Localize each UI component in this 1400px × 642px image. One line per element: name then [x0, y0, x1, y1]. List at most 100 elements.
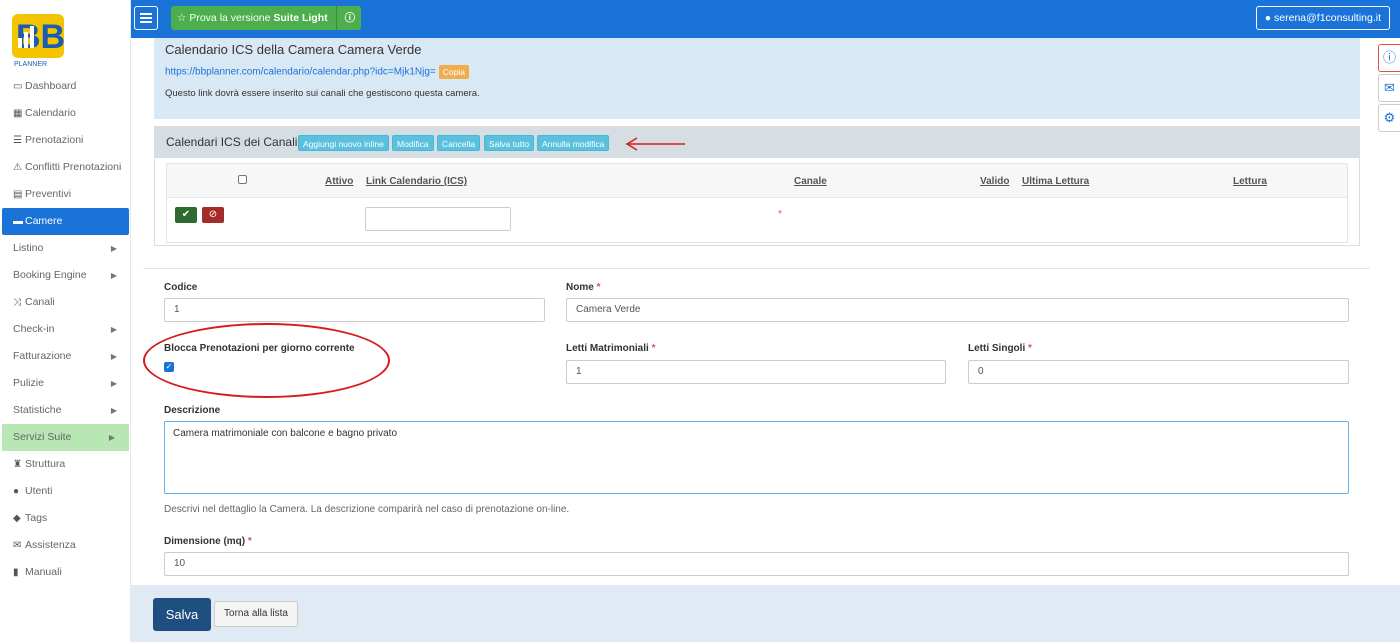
ics-link-row: https://bbplanner.com/calendario/calenda…	[165, 65, 469, 79]
column-attivo[interactable]: Attivo	[325, 176, 353, 187]
codice-label: Codice	[164, 282, 198, 293]
warning-icon: ⚠	[13, 162, 22, 173]
sidebar-item-booking-engine[interactable]: Booking Engine ▶	[0, 262, 131, 289]
suite-light-button[interactable]: ☆ Prova la versione Suite Light ⓘ	[171, 6, 362, 30]
info-icon[interactable]: ⓘ	[1378, 44, 1400, 72]
sidebar-item-label: Manuali	[25, 566, 62, 578]
column-valido[interactable]: Valido	[980, 176, 1009, 187]
sidebar-item-prenotazioni[interactable]: ☰ Prenotazioni	[0, 127, 131, 154]
required-mark: *	[1028, 343, 1032, 354]
dimensione-input[interactable]: 10	[164, 552, 1349, 576]
channel-calendars-header: Calendari ICS dei Canali Aggiungi nuovo …	[155, 127, 1359, 158]
sidebar-item-preventivi[interactable]: ▤ Preventivi	[0, 181, 131, 208]
nome-label-text: Nome	[566, 282, 594, 293]
sidebar-item-tags[interactable]: ◆ Tags	[0, 505, 131, 532]
descrizione-textarea[interactable]: Camera matrimoniale con balcone e bagno …	[164, 421, 1349, 494]
sidebar: BB PLANNER ▭ Dashboard ▦ Calendario ☰ Preno…	[0, 0, 131, 642]
required-mark: *	[778, 209, 782, 220]
tags-icon: ◆	[13, 513, 21, 524]
sidebar-item-manuali[interactable]: ▮ Manuali	[0, 559, 131, 586]
sidebar-item-utenti[interactable]: ● Utenti	[0, 478, 131, 505]
sidebar-item-label: Prenotazioni	[25, 134, 84, 146]
sidebar-item-label: Camere	[25, 215, 63, 227]
sidebar-item-calendario[interactable]: ▦ Calendario	[0, 100, 131, 127]
dashboard-icon: ▭	[13, 81, 23, 92]
sidebar-item-label: Struttura	[25, 458, 66, 470]
cancel-edit-button[interactable]: Annulla modifica	[537, 135, 610, 151]
sidebar-item-label: Fatturazione	[13, 350, 72, 362]
delete-button[interactable]: Cancella	[437, 135, 481, 151]
annotation-arrow	[625, 137, 685, 151]
column-ultima-lettura[interactable]: Ultima Lettura	[1022, 176, 1089, 187]
sidebar-item-assistenza[interactable]: ✉ Assistenza	[0, 532, 131, 559]
letti-matrimoniali-input[interactable]: 1	[566, 360, 946, 384]
book-icon: ▮	[13, 567, 19, 578]
sidebar-item-label: Canali	[25, 296, 55, 308]
divider	[143, 268, 1370, 269]
column-canale[interactable]: Canale	[794, 176, 827, 187]
list-icon: ☰	[13, 135, 22, 146]
user-menu-button[interactable]: ● serena@f1consulting.it	[1255, 6, 1390, 30]
star-icon: ☆	[177, 12, 187, 24]
link-input[interactable]	[365, 207, 511, 231]
svg-text:PLANNER: PLANNER	[14, 61, 47, 68]
codice-input[interactable]: 1	[164, 298, 545, 322]
sidebar-item-label: Statistiche	[13, 404, 62, 416]
bbplanner-logo[interactable]: BB PLANNER	[10, 10, 68, 68]
sidebar-item-pulizie[interactable]: Pulizie ▶	[0, 370, 131, 397]
back-to-list-button[interactable]: Torna alla lista	[214, 601, 298, 627]
envelope-icon: ✉	[13, 540, 22, 551]
sidebar-item-label: Assistenza	[25, 539, 76, 551]
grid-header: Attivo Link Calendario (ICS) Canale Vali…	[167, 164, 1347, 198]
sidebar-item-fatturazione[interactable]: Fatturazione ▶	[0, 343, 131, 370]
letti-singoli-label: Letti Singoli *	[968, 343, 1032, 354]
menu-toggle-button[interactable]	[134, 6, 158, 30]
suite-button-label: Prova la versione	[189, 12, 271, 24]
column-link[interactable]: Link Calendario (ICS)	[366, 176, 467, 187]
envelope-icon[interactable]: ✉	[1378, 74, 1400, 102]
sidebar-item-camere[interactable]: ▬ Camere	[2, 208, 129, 235]
sidebar-item-label: Check-in	[13, 323, 55, 335]
save-all-button[interactable]: Salva tutto	[484, 135, 535, 151]
nome-input[interactable]: Camera Verde	[566, 298, 1349, 322]
info-icon[interactable]: ⓘ	[337, 6, 356, 30]
letti-singoli-input[interactable]: 0	[968, 360, 1349, 384]
cancel-row-button[interactable]: ⊘	[202, 207, 224, 223]
add-inline-button[interactable]: Aggiungi nuovo inline	[298, 135, 389, 151]
confirm-row-button[interactable]: ✔	[175, 207, 197, 223]
tower-icon: ♜	[13, 459, 22, 470]
ics-title: Calendario ICS della Camera Camera Verde	[165, 42, 422, 57]
user-email: serena@f1consulting.it	[1274, 12, 1381, 24]
sidebar-item-statistiche[interactable]: Statistiche ▶	[0, 397, 131, 424]
sidebar-item-conflitti[interactable]: ⚠ Conflitti Prenotazioni	[0, 154, 131, 181]
sidebar-item-dashboard[interactable]: ▭ Dashboard	[0, 73, 131, 100]
ics-link[interactable]: https://bbplanner.com/calendario/calenda…	[165, 67, 436, 78]
channel-calendars-grid: Attivo Link Calendario (ICS) Canale Vali…	[166, 163, 1348, 243]
sidebar-item-listino[interactable]: Listino ▶	[0, 235, 131, 262]
select-all-checkbox[interactable]	[238, 175, 247, 184]
topbar: ☆ Prova la versione Suite Light ⓘ ● sere…	[131, 0, 1400, 38]
copy-button[interactable]: Copia	[438, 65, 469, 79]
suite-button-bold: Suite Light	[273, 12, 328, 24]
dimensione-label: Dimensione (mq) *	[164, 536, 252, 547]
calendar-icon: ▦	[13, 108, 23, 119]
edit-button[interactable]: Modifica	[392, 135, 434, 151]
user-icon: ●	[1264, 12, 1272, 24]
sidebar-item-check-in[interactable]: Check-in ▶	[0, 316, 131, 343]
letti-matrimoniali-text: Letti Matrimoniali	[566, 343, 649, 354]
sidebar-item-servizi-suite[interactable]: Servizi Suite ▶	[2, 424, 129, 451]
form-footer: Salva Torna alla lista	[131, 585, 1400, 642]
descrizione-help: Descrivi nel dettaglio la Camera. La des…	[164, 504, 570, 515]
side-tools: ⓘ ✉ ⚙	[1378, 44, 1400, 134]
sidebar-item-canali[interactable]: ⤨ Canali	[0, 289, 131, 316]
document-icon: ▤	[13, 189, 23, 200]
gears-icon[interactable]: ⚙	[1378, 104, 1400, 132]
sidebar-item-label: Utenti	[25, 485, 53, 497]
sidebar-item-struttura[interactable]: ♜ Struttura	[0, 451, 131, 478]
caret-right-icon: ▶	[110, 325, 117, 334]
channel-calendars-title: Calendari ICS dei Canali	[166, 135, 298, 149]
save-button[interactable]: Salva	[153, 598, 211, 631]
caret-right-icon: ▶	[110, 244, 117, 253]
sidebar-nav: ▭ Dashboard ▦ Calendario ☰ Prenotazioni ⚠ Co…	[0, 73, 131, 586]
column-lettura[interactable]: Lettura	[1233, 176, 1267, 187]
